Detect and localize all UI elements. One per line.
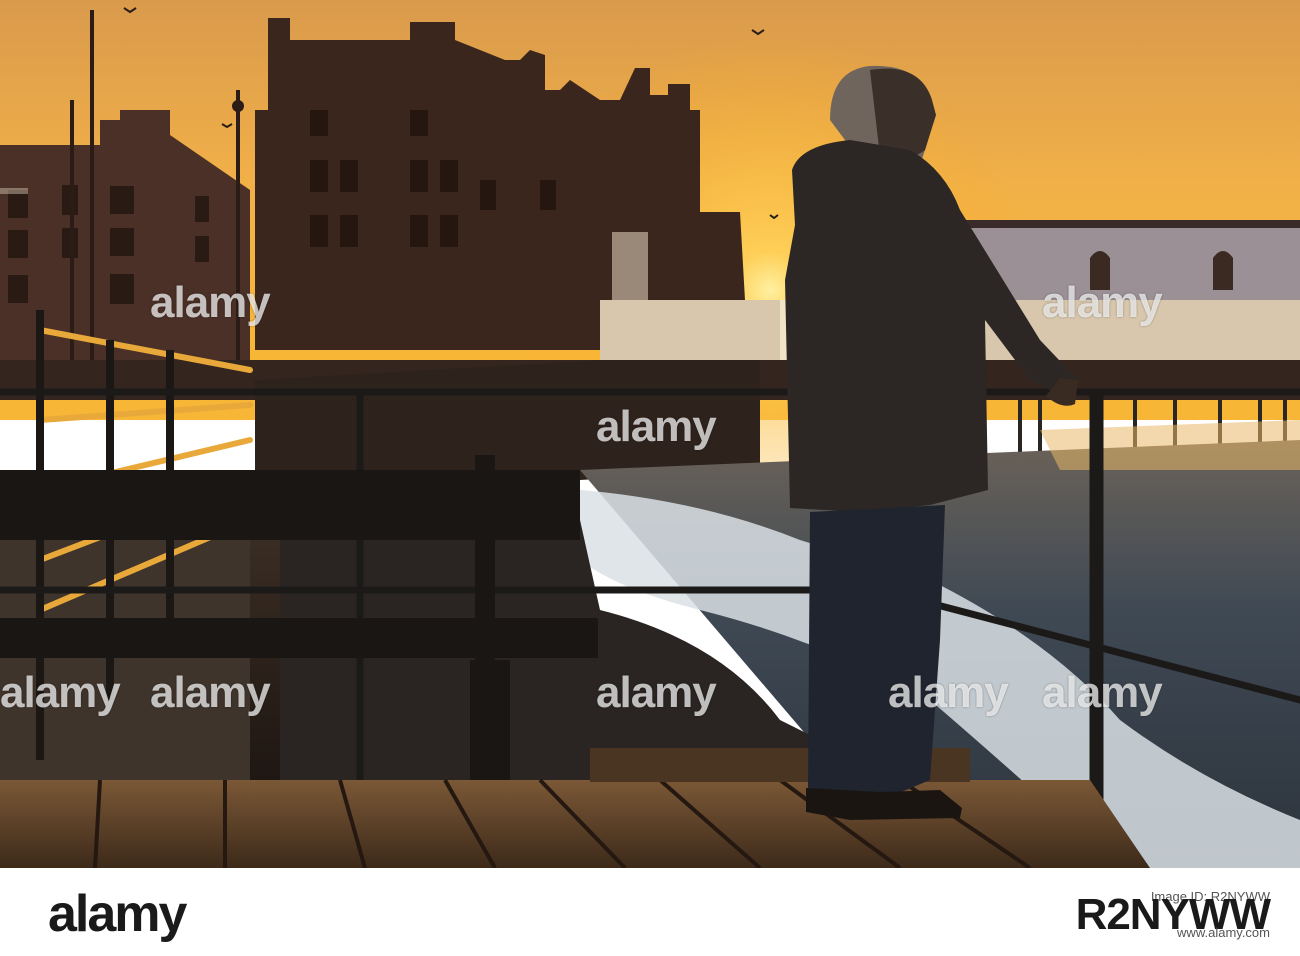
wooden-deck	[0, 780, 1150, 868]
watermark: alamy	[1042, 668, 1163, 717]
watermark: alamy	[888, 668, 1009, 717]
watermark: alamy	[596, 668, 717, 717]
watermark: alamy	[1042, 278, 1163, 327]
image-code: R2NYWW	[1075, 890, 1271, 939]
watermark: alamy	[150, 668, 271, 717]
footer-meta: Image ID: R2NYWW R2NYWW www.alamy.com	[1075, 888, 1271, 942]
alamy-logo: alamy	[48, 885, 187, 943]
watermark: alamy	[0, 668, 121, 717]
trousers	[808, 505, 945, 800]
photo: alamy alamy alamy alamy alamy alamy alam…	[0, 0, 1300, 868]
shoes	[806, 788, 962, 820]
watermark: alamy	[150, 278, 271, 327]
white-facade	[612, 232, 648, 300]
watermark: alamy	[596, 402, 717, 451]
